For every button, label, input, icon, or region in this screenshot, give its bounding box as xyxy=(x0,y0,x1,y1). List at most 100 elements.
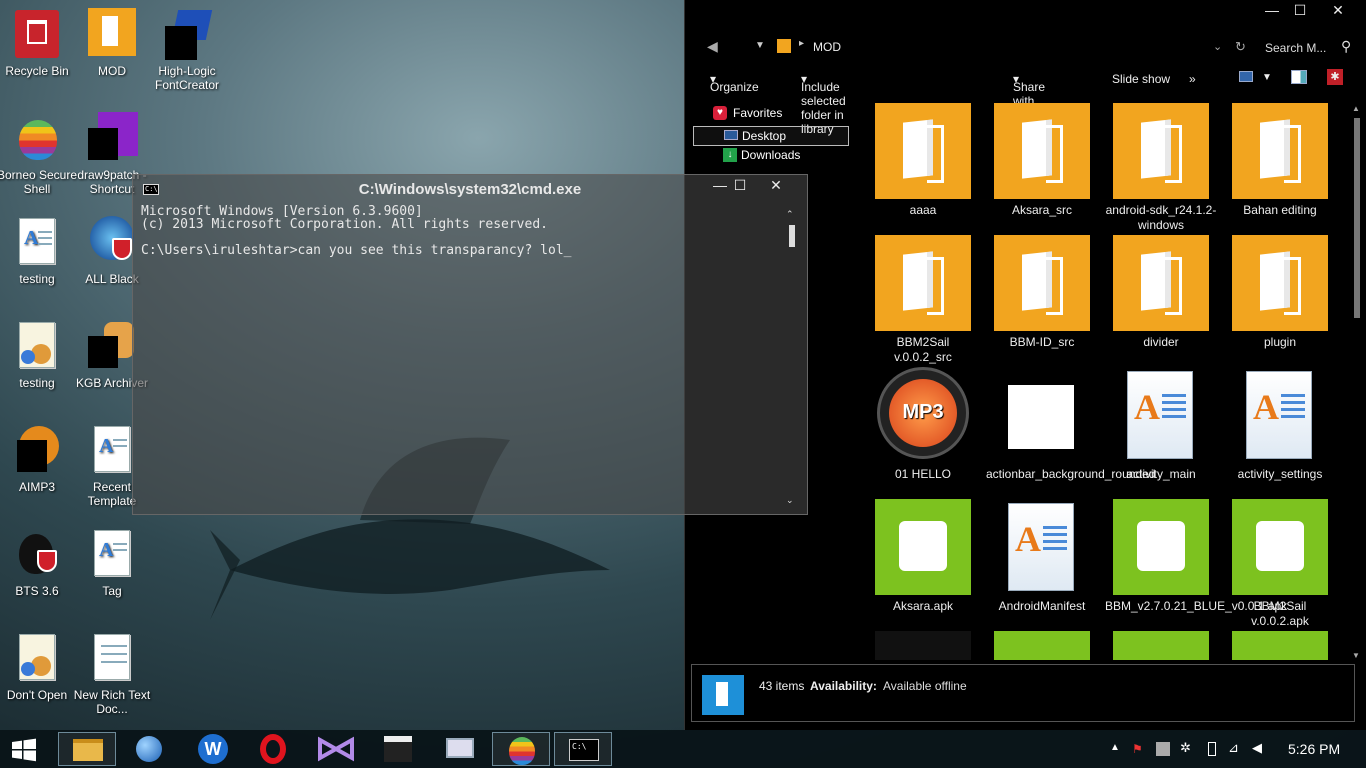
view-dropdown-icon[interactable]: ▼ xyxy=(1262,72,1272,83)
network-icon[interactable]: ⊿ xyxy=(1228,740,1239,756)
file-list-scrollbar[interactable]: ▲ ▼ xyxy=(1352,104,1362,660)
file-item-label: divider xyxy=(1143,335,1179,349)
folder-icon xyxy=(1232,235,1328,331)
preview-pane-icon[interactable] xyxy=(1291,70,1307,84)
file-item-partial[interactable] xyxy=(875,631,971,660)
file-item-partial[interactable] xyxy=(1232,631,1328,660)
console-scrollbar[interactable]: ⌃ ⌄ xyxy=(785,209,799,506)
file-item-folder[interactable]: aaaa xyxy=(867,100,979,218)
scrollbar-thumb[interactable] xyxy=(789,225,795,247)
shield-app-icon xyxy=(86,216,138,268)
close-button[interactable]: ✕ xyxy=(757,175,795,197)
nav-desktop[interactable]: Desktop xyxy=(693,126,849,146)
taskbar-wattpad[interactable]: W xyxy=(182,732,240,766)
tray-square-icon[interactable] xyxy=(1156,742,1170,756)
cmd-title-bar[interactable]: C:\ C:\Windows\system32\cmd.exe — ☐ ✕ xyxy=(133,175,807,203)
desktop-icon-label: High-Logic FontCreator xyxy=(154,64,220,92)
start-button[interactable] xyxy=(10,738,38,762)
mp3-label: MP3 xyxy=(902,401,944,423)
taskbar-internet-explorer[interactable] xyxy=(120,732,178,766)
taskbar-monitor[interactable] xyxy=(430,732,488,766)
share-with-menu[interactable]: Share with ▾ xyxy=(1013,72,1045,108)
refresh-icon[interactable]: ↻ xyxy=(1235,39,1246,55)
volume-icon[interactable]: ◀ xyxy=(1252,740,1262,756)
file-item-label: Aksara_src xyxy=(1011,203,1073,217)
command-bar: Organize ▾ Include selected folder in li… xyxy=(685,64,1366,136)
address-dropdown-icon[interactable]: ⌄ xyxy=(1213,40,1222,53)
file-item-partial[interactable] xyxy=(1113,631,1209,660)
organize-menu[interactable]: Organize ▾ xyxy=(710,72,759,94)
maximize-button[interactable]: ☐ xyxy=(721,175,759,197)
folder-icon xyxy=(1232,103,1328,199)
file-item-apk[interactable]: BBM_v2.7.0.21_BLUE_v0.0.1.apk xyxy=(1105,496,1287,614)
desktop-icon-new-rich-text[interactable]: New Rich Text Doc... xyxy=(68,632,156,716)
apk-icon xyxy=(1113,499,1209,595)
w-logo-icon: W xyxy=(198,734,228,764)
clock[interactable]: 5:26 PM xyxy=(1288,741,1340,757)
file-item-folder[interactable]: Bahan editing xyxy=(1224,100,1336,218)
slide-show-button[interactable]: Slide show xyxy=(1112,72,1170,86)
history-dropdown-icon[interactable]: ▼ xyxy=(755,40,765,51)
file-item-folder[interactable]: Aksara_src xyxy=(986,100,1098,218)
file-item-label: Aksara.apk xyxy=(892,599,954,613)
help-icon[interactable]: ✱ xyxy=(1327,69,1343,85)
image-file-icon xyxy=(994,367,1090,463)
opera-icon xyxy=(260,734,286,764)
file-item-blank[interactable]: actionbar_background_rounded xyxy=(986,364,1155,482)
search-icon[interactable]: ⚲ xyxy=(1341,38,1351,55)
monitor-icon xyxy=(446,738,474,758)
more-commands-button[interactable]: » xyxy=(1189,72,1196,86)
show-hidden-icons-icon[interactable]: ▲ xyxy=(1110,742,1120,753)
nav-favorites[interactable]: ♥ Favorites xyxy=(693,104,849,124)
file-item-mp3[interactable]: MP3 01 HELLO xyxy=(867,364,979,482)
file-item-folder[interactable]: BBM2Sail v.0.0.2_src xyxy=(867,232,979,365)
desktop-icon-tag[interactable]: A Tag xyxy=(68,528,156,598)
breadcrumb[interactable]: MOD xyxy=(813,40,841,54)
nav-downloads[interactable]: ↓ Downloads xyxy=(693,146,849,166)
nav-label: Downloads xyxy=(741,148,801,162)
console-line: C:\Users\iruleshtar>can you see this tra… xyxy=(141,243,572,258)
file-item-doc[interactable]: A AndroidManifest xyxy=(986,496,1098,614)
contact-document-icon xyxy=(11,320,63,372)
battery-icon[interactable] xyxy=(1208,742,1216,756)
view-options-icon[interactable] xyxy=(1239,71,1253,82)
file-item-doc[interactable]: Aactivity_main xyxy=(1105,364,1217,482)
taskbar-command-prompt[interactable]: C:\ xyxy=(554,732,612,766)
details-pane: 43 items Availability: Available offline xyxy=(691,664,1355,722)
maximize-button[interactable]: ☐ xyxy=(1281,0,1319,22)
file-item-partial[interactable] xyxy=(994,631,1090,660)
visual-studio-icon xyxy=(318,736,354,762)
folder-icon xyxy=(86,8,138,60)
taskbar-file-explorer[interactable] xyxy=(58,732,116,766)
search-input[interactable]: Search M... xyxy=(1265,41,1326,55)
taskbar: W C:\ ▲ ⚑ ✲ ⊿ ◀ 5:26 PM xyxy=(0,730,1366,768)
folder-icon xyxy=(994,103,1090,199)
desktop-icon-fontcreator[interactable]: High-Logic FontCreator xyxy=(143,8,231,92)
file-item-folder[interactable]: plugin xyxy=(1224,232,1336,350)
file-item-apk[interactable]: Aksara.apk xyxy=(867,496,979,614)
back-arrow-icon[interactable]: ◀ xyxy=(707,38,718,55)
include-in-library-menu[interactable]: Include selected folder in library ▾ xyxy=(801,72,846,136)
taskbar-visual-studio[interactable] xyxy=(306,732,364,766)
folder-icon xyxy=(1113,103,1209,199)
file-item-folder[interactable]: android-sdk_r24.1.2-windows xyxy=(1105,100,1217,233)
file-item-label: aaaa xyxy=(909,203,937,217)
rich-text-document-icon xyxy=(86,632,138,684)
taskbar-apple-app[interactable] xyxy=(492,732,550,766)
file-item-apk[interactable]: BBM2Sail v.0.0.2.apk xyxy=(1224,496,1336,629)
file-item-folder[interactable]: divider xyxy=(1105,232,1217,350)
action-center-flag-icon[interactable]: ⚑ xyxy=(1132,742,1143,756)
download-icon: ↓ xyxy=(723,148,737,162)
close-button[interactable]: ✕ xyxy=(1319,0,1357,22)
cmd-icon: C:\ xyxy=(569,739,599,761)
scrollbar-thumb[interactable] xyxy=(1354,118,1360,318)
tray-tool-icon[interactable]: ✲ xyxy=(1180,740,1191,756)
nav-label: Desktop xyxy=(742,129,787,143)
apk-icon xyxy=(1232,499,1328,595)
console-output[interactable]: Microsoft Windows [Version 6.3.9600] (c) … xyxy=(141,205,785,506)
file-item-doc[interactable]: Aactivity_settings xyxy=(1224,364,1336,482)
taskbar-opera[interactable] xyxy=(244,732,302,766)
file-item-folder[interactable]: BBM-ID_src xyxy=(986,232,1098,350)
taskbar-media-player[interactable] xyxy=(368,732,426,766)
document-icon: A xyxy=(86,424,138,476)
